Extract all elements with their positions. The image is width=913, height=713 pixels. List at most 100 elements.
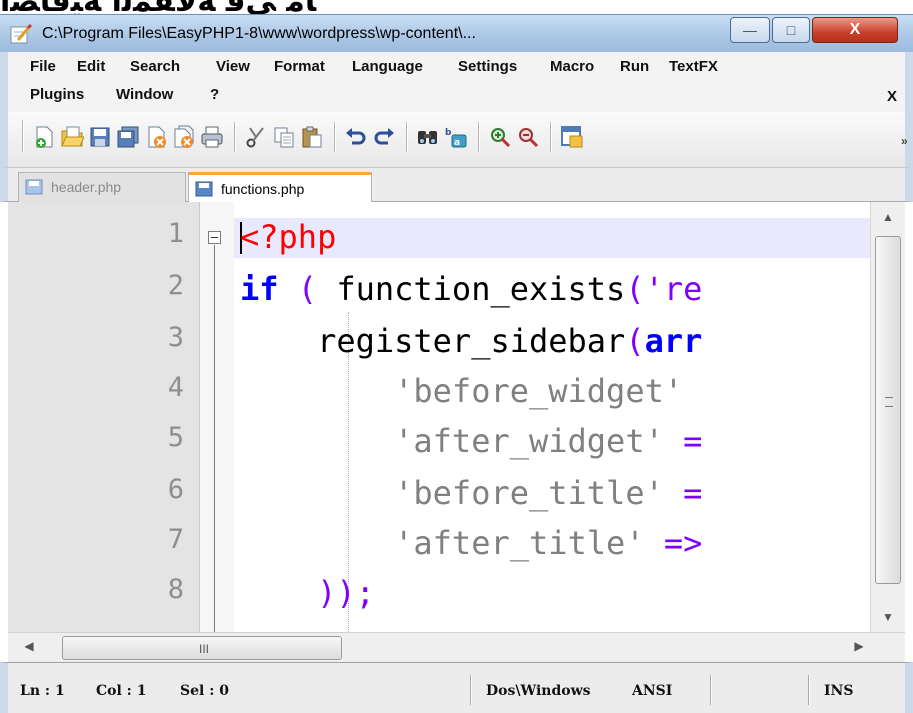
- menu-language[interactable]: Language: [352, 58, 423, 75]
- close-window-button[interactable]: X: [812, 17, 898, 43]
- status-insert-mode: INS: [824, 683, 854, 699]
- close-all-icon[interactable]: [172, 125, 196, 149]
- close-icon: X: [849, 21, 861, 38]
- fold-line: [214, 245, 215, 632]
- menu-help[interactable]: ?: [210, 86, 219, 103]
- line-number: 2: [167, 270, 184, 301]
- toolbar-separator: [234, 122, 236, 152]
- operator: ('re: [625, 270, 703, 308]
- paste-icon[interactable]: [300, 125, 324, 149]
- svg-text:a: a: [454, 138, 460, 148]
- tab-label: header.php: [51, 179, 122, 195]
- new-file-icon[interactable]: [32, 125, 56, 149]
- operator: (: [278, 270, 337, 308]
- toolbar-overflow-button[interactable]: »: [901, 134, 908, 148]
- minimize-button[interactable]: —: [730, 17, 770, 43]
- save-all-icon[interactable]: [116, 125, 140, 149]
- replace-icon[interactable]: ba: [444, 125, 468, 149]
- status-selection: Sel : 0: [180, 683, 229, 699]
- code-line: 'after_title' =>: [240, 524, 702, 562]
- string-literal: 'after_title': [240, 524, 645, 562]
- zoom-in-icon[interactable]: [488, 125, 512, 149]
- code-line: register_sidebar(arr: [240, 322, 702, 360]
- close-document-button[interactable]: X: [887, 88, 897, 105]
- code-line: 'before_widget': [240, 372, 702, 410]
- tab-header-php[interactable]: header.php: [18, 172, 186, 202]
- menu-window[interactable]: Window: [116, 86, 173, 103]
- svg-text:b: b: [445, 128, 452, 138]
- menu-macro[interactable]: Macro: [550, 58, 594, 75]
- horizontal-scroll-thumb[interactable]: III: [62, 636, 342, 660]
- operator: (: [625, 322, 645, 360]
- operator: =>: [644, 524, 703, 562]
- operator: =: [663, 422, 703, 460]
- menu-settings[interactable]: Settings: [458, 58, 517, 75]
- status-bar: Ln : 1 Col : 1 Sel : 0 Dos\Windows ANSI …: [0, 662, 913, 713]
- copy-icon[interactable]: [272, 125, 296, 149]
- operator: =: [663, 474, 703, 512]
- open-file-icon[interactable]: [60, 125, 84, 149]
- php-open-tag: <?php: [240, 218, 337, 256]
- vertical-scrollbar[interactable]: ▲ ▼: [870, 202, 905, 632]
- toolbar-grip[interactable]: [22, 120, 24, 152]
- line-number: 4: [167, 372, 184, 403]
- status-divider: [808, 675, 810, 705]
- toolbar: ba »: [0, 112, 913, 168]
- line-number: 6: [167, 474, 184, 505]
- cut-icon[interactable]: [244, 125, 268, 149]
- save-icon[interactable]: [88, 125, 112, 149]
- status-line-endings: Dos\Windows: [486, 683, 591, 699]
- status-line: Ln : 1: [20, 683, 65, 699]
- fold-margin: [200, 202, 234, 632]
- file-saved-icon: [195, 181, 213, 197]
- function-name: register_sidebar: [240, 322, 626, 360]
- menu-format[interactable]: Format: [274, 58, 325, 75]
- code-line: <?php: [240, 218, 336, 256]
- fold-toggle-icon[interactable]: [208, 231, 221, 244]
- scroll-left-icon[interactable]: ◀: [20, 639, 38, 657]
- line-number: 8: [167, 574, 184, 605]
- menu-bar: File Edit Search View Format Language Se…: [0, 52, 913, 112]
- close-icon[interactable]: [144, 125, 168, 149]
- scroll-down-icon[interactable]: ▼: [879, 610, 897, 628]
- line-number-gutter: 1 2 3 4 5 6 7 8: [8, 202, 200, 632]
- find-icon[interactable]: [416, 125, 440, 149]
- tab-functions-php[interactable]: functions.php: [188, 172, 372, 203]
- code-editor[interactable]: 1 2 3 4 5 6 7 8 <?php if ( function_exis…: [8, 202, 905, 632]
- menu-search[interactable]: Search: [130, 58, 180, 75]
- status-encoding: ANSI: [632, 683, 673, 699]
- scroll-right-icon[interactable]: ▶: [850, 639, 868, 657]
- line-number: 5: [167, 422, 184, 453]
- vertical-scroll-thumb[interactable]: [875, 236, 901, 584]
- keyword: if: [240, 270, 279, 308]
- menu-run[interactable]: Run: [620, 58, 649, 75]
- code-line: if ( function_exists('re: [240, 270, 702, 308]
- print-icon[interactable]: [200, 125, 224, 149]
- notepad-app-icon: [10, 24, 32, 44]
- menu-edit[interactable]: Edit: [77, 58, 105, 75]
- string-literal: 'after_widget': [240, 422, 664, 460]
- undo-icon[interactable]: [344, 125, 368, 149]
- title-bar: C:\Program Files\EasyPHP1-8\www\wordpres…: [0, 14, 913, 52]
- line-number: 3: [167, 322, 184, 353]
- menu-textfx[interactable]: TextFX: [669, 58, 718, 75]
- scroll-grip-icon: III: [199, 642, 210, 656]
- scroll-up-icon[interactable]: ▲: [879, 210, 897, 228]
- function-name: function_exists: [336, 270, 626, 308]
- menu-view[interactable]: View: [216, 58, 250, 75]
- zoom-out-icon[interactable]: [516, 125, 540, 149]
- line-number: 1: [167, 218, 184, 249]
- toolbar-separator: [550, 122, 552, 152]
- toolbar-separator: [334, 122, 336, 152]
- menu-file[interactable]: File: [30, 58, 56, 75]
- redo-icon[interactable]: [372, 125, 396, 149]
- maximize-button[interactable]: □: [772, 17, 810, 43]
- menu-plugins[interactable]: Plugins: [30, 86, 84, 103]
- maximize-icon: □: [786, 22, 796, 38]
- line-number: 7: [167, 524, 184, 555]
- status-divider: [710, 675, 712, 705]
- sync-scroll-icon[interactable]: [560, 125, 584, 149]
- horizontal-scrollbar[interactable]: ◀ III ▶: [8, 632, 905, 662]
- status-divider: [470, 675, 472, 705]
- tab-bar: header.php functions.php: [0, 168, 913, 203]
